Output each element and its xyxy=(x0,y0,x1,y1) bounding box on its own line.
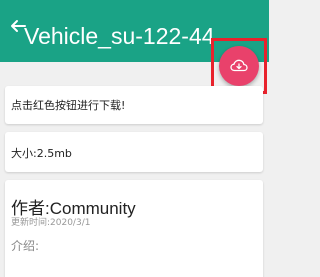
size-card: 大小:2.5mb xyxy=(5,132,263,172)
download-hint-text: 点击红色按钮进行下载! xyxy=(11,99,126,112)
cloud-download-icon xyxy=(230,59,248,72)
download-button[interactable] xyxy=(219,46,259,86)
file-size-text: 大小:2.5mb xyxy=(11,147,72,160)
hint-card: 点击红色按钮进行下载! xyxy=(5,86,263,124)
info-card: 作者:Community 更新时间:2020/3/1 介绍: xyxy=(5,180,263,277)
intro-label: 介绍: xyxy=(11,239,40,253)
page-title: Vehicle_su-122-44 xyxy=(24,23,215,49)
update-time-text: 更新时间:2020/3/1 xyxy=(11,218,91,228)
